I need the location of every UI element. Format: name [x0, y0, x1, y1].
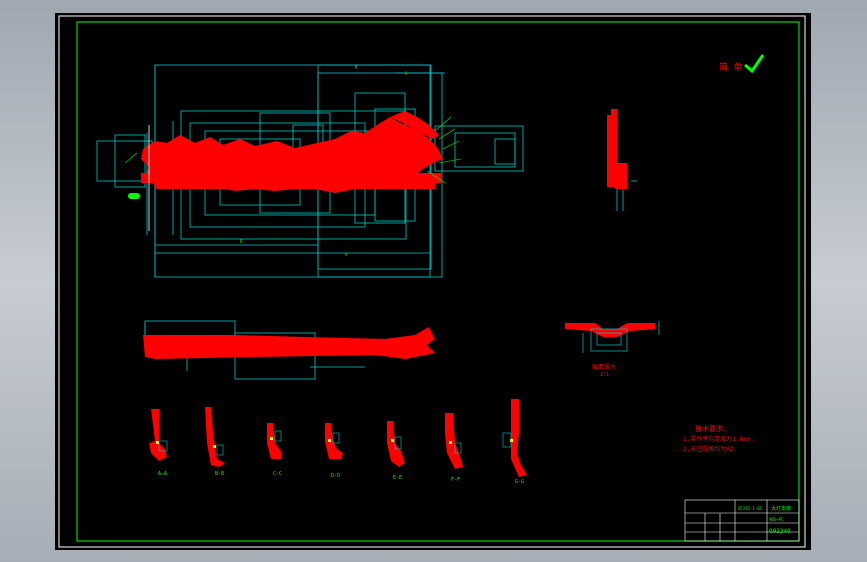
check-icon — [744, 54, 765, 74]
bottom-view — [143, 320, 435, 380]
section-details — [149, 399, 527, 477]
note-1: 1.零件平均厚度为1.8mm; — [683, 435, 754, 443]
section-label-e: E-E — [393, 475, 402, 481]
title-scale-code: XF252-1-01 — [738, 506, 763, 511]
outer-frame — [58, 15, 806, 548]
enlarged-section — [565, 321, 660, 353]
section-detail-labels: A-A B-B C-C D-D E-E F-F G-G — [158, 471, 524, 485]
title-code: 092340 — [769, 528, 791, 535]
section-title: 截面放大 — [592, 363, 616, 371]
title-name: 大灯支架 — [771, 505, 791, 512]
section-label-d: D-D — [331, 473, 340, 479]
side-view — [607, 109, 637, 211]
svg-text:R: R — [355, 65, 358, 70]
check-mark-label: 简 单 — [719, 61, 742, 73]
section-scale: 2:1 — [600, 372, 609, 378]
svg-text:R: R — [405, 71, 408, 76]
section-label-g: G-G — [515, 479, 524, 485]
inner-frame — [76, 21, 800, 542]
title-material: ABS+PC — [769, 517, 784, 522]
cad-viewport[interactable]: 简 单 RR RR 截面放大 2:1 A-A B-B C-C D-D E-E F… — [55, 13, 811, 550]
section-label-a: A-A — [158, 471, 167, 477]
svg-text:R: R — [240, 239, 243, 244]
pin-marker — [128, 193, 140, 199]
section-label-b: B-B — [215, 471, 224, 477]
notes-title: 技术要求: — [695, 424, 727, 433]
section-label-f: F-F — [451, 477, 460, 483]
drawing-canvas: 简 单 RR RR 截面放大 2:1 A-A B-B C-C D-D E-E F… — [58, 15, 806, 548]
note-2: 2.未注圆角均为R2. — [683, 445, 737, 453]
section-label-c: C-C — [273, 471, 282, 477]
